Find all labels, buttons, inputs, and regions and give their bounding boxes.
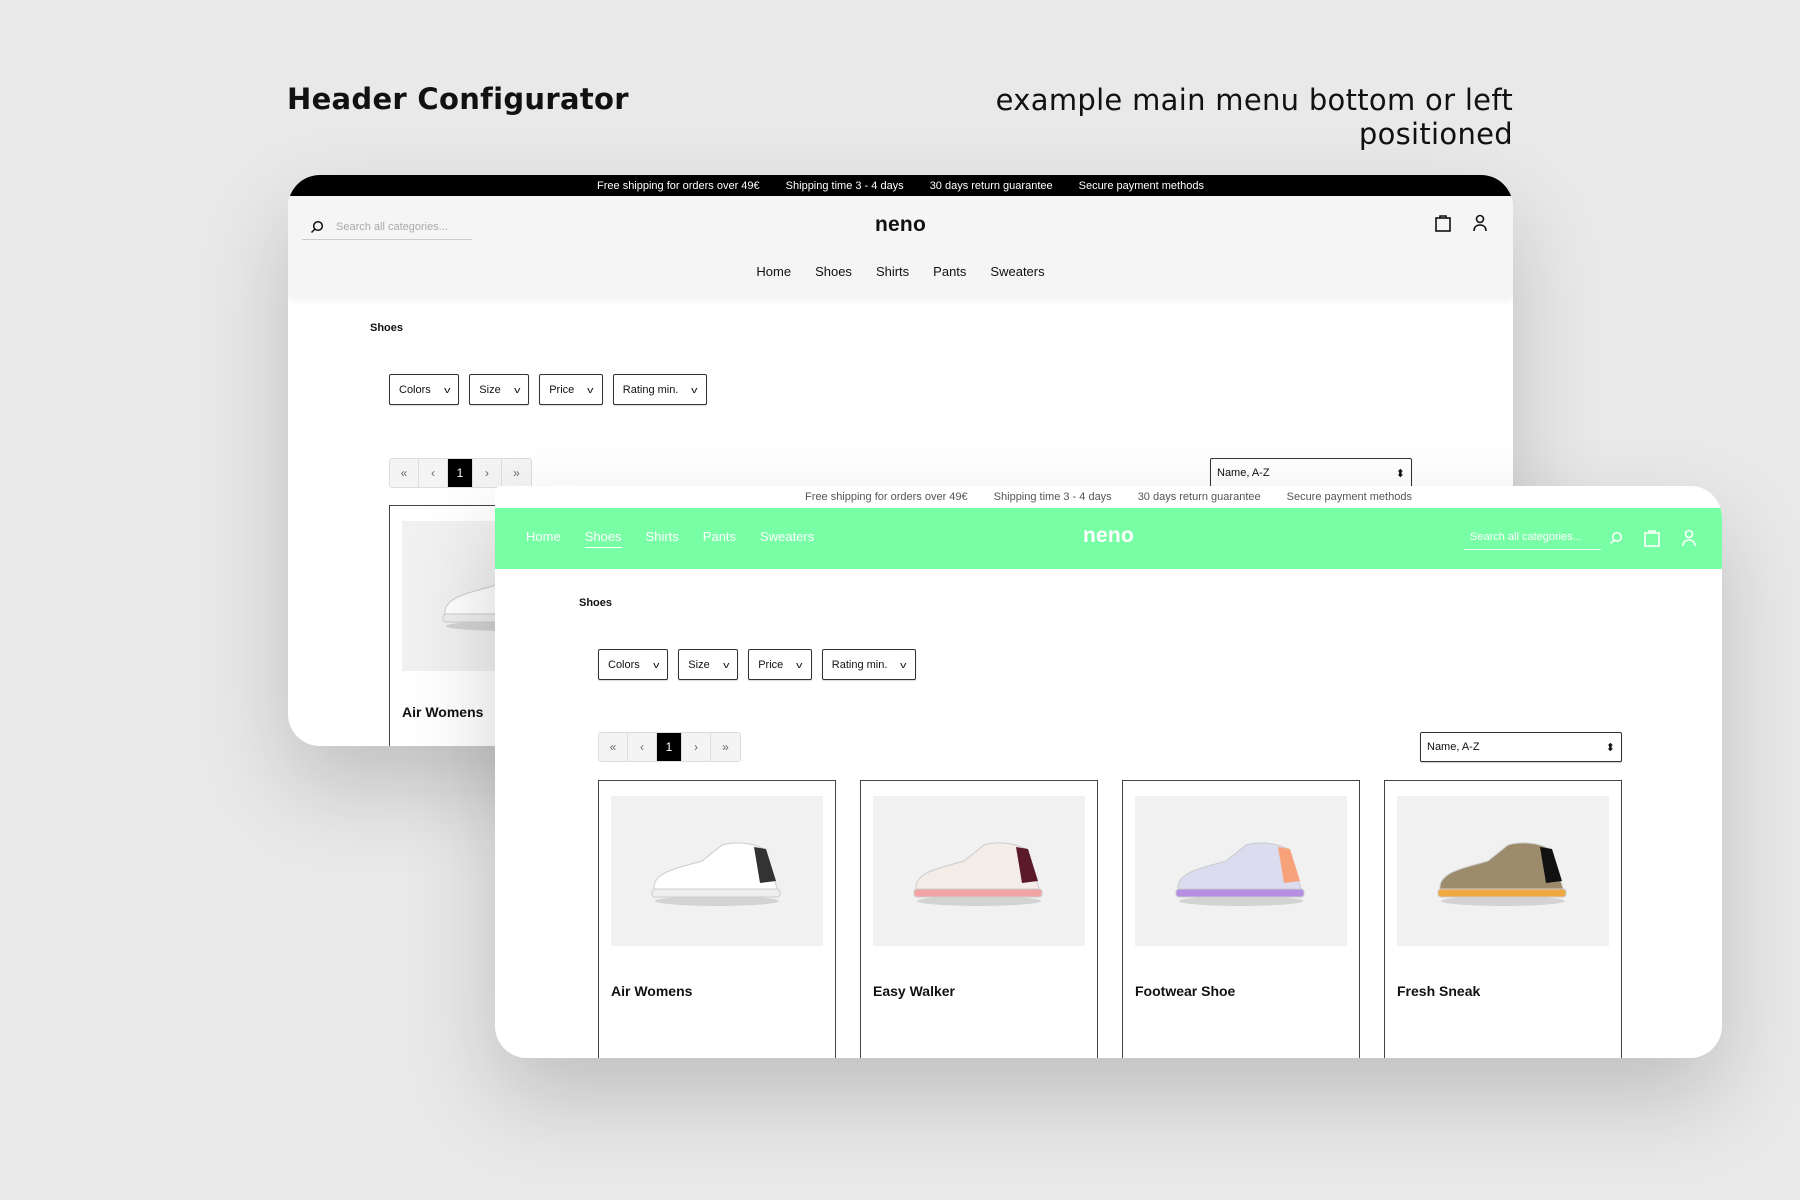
product-card[interactable]: Fresh Sneak — [1384, 780, 1622, 1058]
filter-label: Size — [688, 658, 710, 671]
filter-size[interactable]: Size v — [469, 374, 530, 405]
chevron-down-icon: v — [722, 659, 730, 670]
page-prev[interactable]: ‹ — [628, 733, 657, 761]
header-icons — [1434, 213, 1488, 233]
sort-select[interactable]: Name, A-Z ⬍ — [1420, 732, 1622, 762]
usp-item: Secure payment methods — [1286, 491, 1412, 503]
filter-label: Colors — [608, 658, 640, 671]
breadcrumb[interactable]: Shoes — [579, 597, 612, 609]
filter-label: Price — [549, 383, 575, 396]
sort-value: Name, A-Z — [1217, 467, 1270, 479]
user-icon[interactable] — [1681, 529, 1697, 547]
nav-item-shoes[interactable]: Shoes — [815, 264, 852, 279]
filter-label: Rating min. — [622, 383, 679, 396]
main-menu: Home Shoes Shirts Pants Sweaters — [288, 264, 1513, 279]
chevron-down-icon: v — [513, 384, 521, 395]
user-icon[interactable] — [1472, 214, 1488, 232]
filter-label: Price — [758, 658, 784, 671]
product-card[interactable]: Easy Walker — [860, 780, 1098, 1058]
page-current[interactable]: 1 — [657, 733, 682, 761]
usp-item: Free shipping for orders over 49€ — [805, 491, 968, 503]
chevron-down-icon: v — [900, 659, 907, 670]
usp-item: Shipping time 3 - 4 days — [785, 179, 904, 192]
product-image — [873, 796, 1085, 946]
search-input[interactable]: Search all categories... — [1464, 524, 1601, 550]
page-last[interactable]: » — [711, 733, 740, 761]
product-image — [1397, 796, 1609, 946]
product-image — [611, 796, 823, 946]
page-last[interactable]: » — [502, 459, 531, 487]
filter-colors[interactable]: Colors v — [389, 374, 460, 405]
product-name[interactable]: Air Womens — [611, 983, 692, 999]
sneaker-image — [1175, 842, 1305, 906]
page-next[interactable]: › — [473, 459, 502, 487]
cart-icon[interactable] — [1434, 213, 1452, 233]
usp-item: Free shipping for orders over 49€ — [597, 179, 760, 192]
filter-price[interactable]: Price v — [748, 649, 812, 680]
search-placeholder: Search all categories... — [1470, 530, 1582, 543]
logo[interactable]: neno — [288, 213, 1513, 237]
pagination: « ‹ 1 › » — [598, 732, 741, 762]
usp-item: 30 days return guarantee — [929, 179, 1053, 192]
select-arrows-icon: ⬍ — [1605, 741, 1615, 754]
product-name[interactable]: Easy Walker — [873, 983, 955, 999]
chevron-down-icon: v — [652, 659, 660, 670]
page-next[interactable]: › — [682, 733, 711, 761]
filter-rating[interactable]: Rating min. v — [612, 374, 707, 405]
filter-size[interactable]: Size v — [678, 649, 739, 680]
usp-item: Shipping time 3 - 4 days — [993, 491, 1112, 503]
nav-item-home[interactable]: Home — [756, 264, 791, 279]
nav-item-pants[interactable]: Pants — [933, 264, 966, 279]
chevron-down-icon: v — [587, 384, 594, 395]
page-first[interactable]: « — [599, 733, 628, 761]
example-left-menu: Free shipping for orders over 49€ Shippi… — [495, 486, 1722, 1058]
filter-label: Rating min. — [831, 658, 888, 671]
filter-bar: Colors v Size v Price v Rating min. v — [598, 649, 916, 680]
sneaker-image — [651, 842, 781, 906]
select-arrows-icon: ⬍ — [1395, 467, 1405, 480]
usp-item: Secure payment methods — [1078, 179, 1204, 192]
sneaker-image — [1437, 842, 1567, 906]
cart-icon[interactable] — [1643, 528, 1661, 548]
header-icons — [1609, 528, 1697, 548]
pagination: « ‹ 1 › » — [389, 458, 532, 488]
page-current[interactable]: 1 — [448, 459, 473, 487]
product-name[interactable]: Footwear Shoe — [1135, 983, 1235, 999]
usp-item: 30 days return guarantee — [1137, 491, 1261, 503]
page-prev[interactable]: ‹ — [419, 459, 448, 487]
header: Search all categories... neno Home Shoes… — [288, 196, 1513, 296]
filter-colors[interactable]: Colors v — [598, 649, 669, 680]
filter-price[interactable]: Price v — [539, 374, 603, 405]
product-image — [1135, 796, 1347, 946]
nav-item-sweaters[interactable]: Sweaters — [990, 264, 1044, 279]
filter-label: Size — [479, 383, 501, 396]
product-card[interactable]: Air Womens — [598, 780, 836, 1058]
sort-select[interactable]: Name, A-Z ⬍ — [1210, 458, 1412, 488]
page-first[interactable]: « — [390, 459, 419, 487]
sort-value: Name, A-Z — [1427, 741, 1480, 753]
search-icon[interactable] — [1609, 531, 1623, 545]
product-name[interactable]: Fresh Sneak — [1397, 983, 1480, 999]
breadcrumb[interactable]: Shoes — [370, 322, 403, 334]
filter-bar: Colors v Size v Price v Rating min. v — [389, 374, 707, 405]
sneaker-image — [913, 842, 1043, 906]
filter-label: Colors — [399, 383, 431, 396]
usp-bar: Free shipping for orders over 49€ Shippi… — [288, 175, 1513, 196]
chevron-down-icon: v — [796, 659, 803, 670]
nav-item-shirts[interactable]: Shirts — [876, 264, 909, 279]
product-name[interactable]: Air Womens — [402, 704, 483, 720]
chevron-down-icon: v — [691, 384, 698, 395]
chevron-down-icon: v — [443, 384, 451, 395]
usp-bar: Free shipping for orders over 49€ Shippi… — [495, 486, 1722, 508]
header: Home Shoes Shirts Pants Sweaters neno Se… — [495, 508, 1722, 569]
product-card[interactable]: Footwear Shoe — [1122, 780, 1360, 1058]
page-title: Header Configurator — [287, 82, 629, 116]
filter-rating[interactable]: Rating min. v — [821, 649, 916, 680]
page-subtitle: example main menu bottom or left positio… — [995, 83, 1513, 151]
